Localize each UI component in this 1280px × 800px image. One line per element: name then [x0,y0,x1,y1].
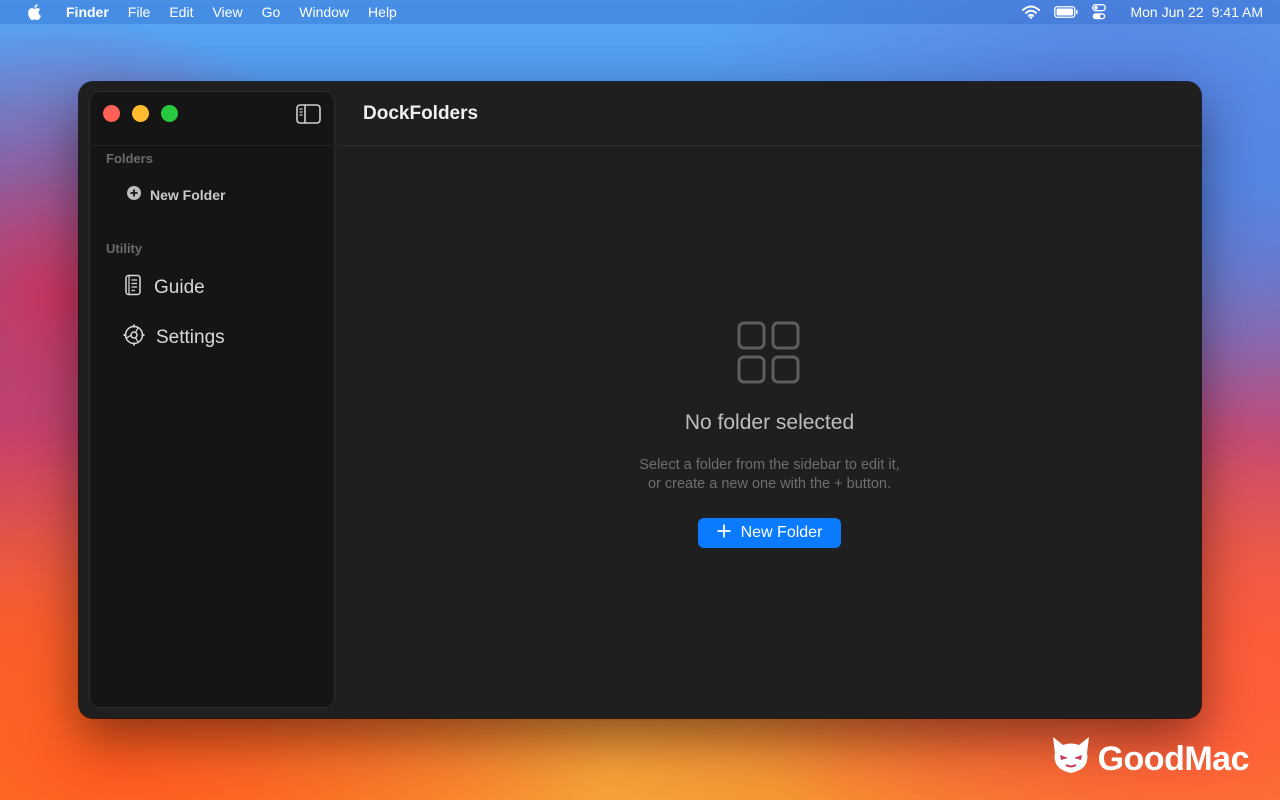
window-title: DockFolders [363,103,479,124]
grid-icon [736,320,802,386]
empty-state-title: No folder selected [684,411,855,434]
plus-icon [717,524,731,543]
sidebar: Folders New Folder Utility Guide Setting… [89,91,335,708]
plus-circle-icon [127,186,141,203]
menu-window[interactable]: Window [299,4,349,20]
sidebar-item-guide-label: Guide [154,277,205,298]
apple-icon[interactable] [27,4,43,20]
menu-app-name[interactable]: Finder [66,4,109,20]
menu-bar: Finder File Edit View Go Window Help Mon… [0,0,1280,24]
close-button[interactable] [103,105,120,122]
minimize-button[interactable] [132,105,149,122]
goodmac-logo-icon [1050,735,1092,784]
time-label: 9:41 AM [1211,4,1263,20]
watermark: GoodMac [1050,735,1250,784]
empty-state-description-line2: or create a new one with the + button. [647,476,892,492]
sidebar-item-settings-label: Settings [156,327,225,348]
menu-file[interactable]: File [128,4,151,20]
control-center-icon[interactable] [1092,4,1107,20]
empty-state-description: Select a folder from the sidebar to edit… [338,456,1201,494]
folders-section-label: Folders [106,151,153,166]
sidebar-item-guide[interactable]: Guide [123,274,205,302]
menu-go[interactable]: Go [262,4,281,20]
date-label: Mon Jun 22 [1130,4,1204,20]
sidebar-new-folder-label: New Folder [150,186,226,203]
menu-view[interactable]: View [212,4,242,20]
menu-edit[interactable]: Edit [169,4,193,20]
gear-icon [123,324,145,352]
battery-icon[interactable] [1054,6,1079,18]
new-folder-button-label: New Folder [740,524,823,541]
sidebar-new-folder-button[interactable]: New Folder [127,186,225,203]
menu-bar-clock[interactable]: Mon Jun 22 9:41 AM [1130,4,1263,20]
app-window: Folders New Folder Utility Guide Setting… [79,82,1201,718]
sidebar-divider [89,145,335,146]
window-controls [103,105,178,122]
document-icon [123,274,143,302]
menu-help[interactable]: Help [368,4,397,20]
sidebar-toggle-icon[interactable] [295,103,321,125]
wifi-icon[interactable] [1022,5,1041,19]
empty-state-description-line1: Select a folder from the sidebar to edit… [639,457,900,473]
utility-section-label: Utility [106,241,143,256]
sidebar-item-settings[interactable]: Settings [123,324,225,352]
watermark-text: GoodMac [1097,740,1250,778]
new-folder-button[interactable]: New Folder [698,518,841,548]
zoom-button[interactable] [161,105,178,122]
toolbar-divider [338,145,1201,146]
